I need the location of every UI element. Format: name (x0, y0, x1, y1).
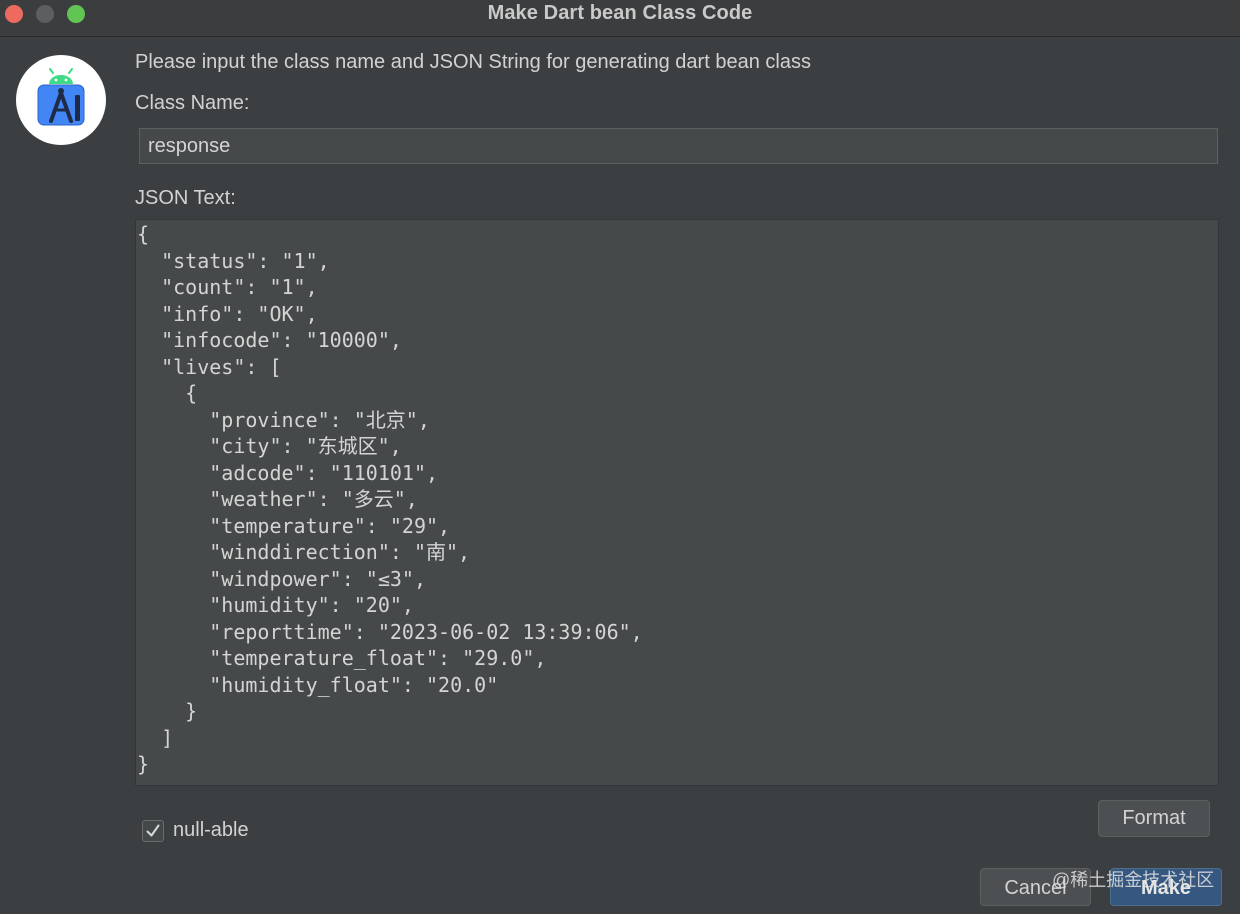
watermark: @稀土掘金技术社区 (1052, 870, 1215, 890)
null-able-checkbox[interactable] (142, 820, 164, 842)
title-bar: Make Dart bean Class Code (0, 0, 1240, 37)
class-name-label: Class Name: (135, 92, 250, 114)
android-studio-icon (16, 55, 106, 145)
format-button[interactable]: Format (1098, 800, 1210, 837)
window-title: Make Dart bean Class Code (487, 2, 753, 24)
dialog-prompt: Please input the class name and JSON Str… (135, 51, 811, 73)
json-text-area[interactable]: { "status": "1", "count": "1", "info": "… (135, 219, 1219, 786)
null-able-label: null-able (173, 819, 249, 841)
checkmark-icon (146, 824, 160, 837)
json-text-label: JSON Text: (135, 187, 236, 209)
class-name-input[interactable] (139, 128, 1218, 164)
